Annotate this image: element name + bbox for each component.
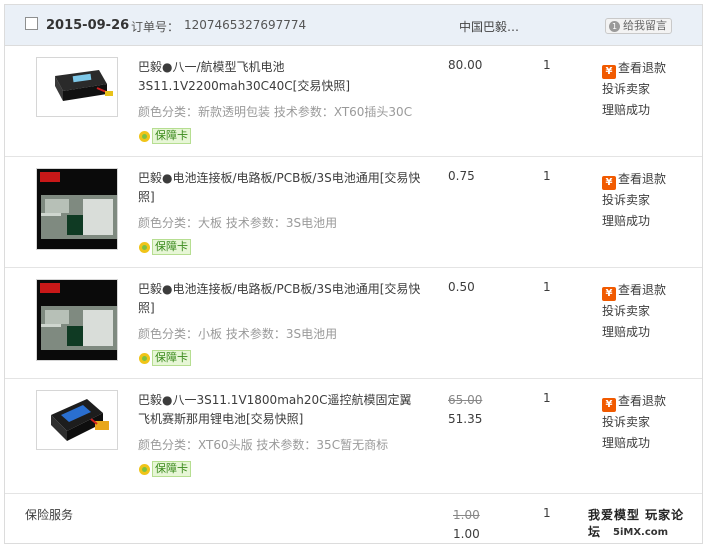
claim-success-link[interactable]: 理赔成功 xyxy=(602,211,666,232)
insurance-price-value: 1.00 xyxy=(453,527,480,541)
item-actions: ¥ 查看退款 投诉卖家 理赔成功 xyxy=(602,169,666,232)
yen-icon: ¥ xyxy=(602,65,616,79)
claim-success-link[interactable]: 理赔成功 xyxy=(602,433,666,454)
guarantee-card-icon xyxy=(138,130,151,143)
guarantee-card-badge[interactable]: 保障卡 xyxy=(138,239,191,255)
item-quantity: 1 xyxy=(543,280,551,294)
shop-name-link[interactable]: 中国巴毅… xyxy=(459,18,519,35)
item-actions: ¥ 查看退款 投诉卖家 理赔成功 xyxy=(602,391,666,454)
item-title-link[interactable]: 巴毅●八一3S11.1V1800mah20C遥控航模固定翼飞机赛斯那用锂电池[交… xyxy=(138,391,423,429)
watermark-domain: 5iMX.com xyxy=(613,527,669,538)
item-attributes: 颜色分类：大板 技术参数：3S电池用 xyxy=(138,216,338,230)
view-refund-link[interactable]: ¥ 查看退款 xyxy=(602,58,666,79)
item-actions: ¥ 查看退款 投诉卖家 理赔成功 xyxy=(602,58,666,121)
item-price-value: 0.75 xyxy=(448,169,475,183)
item-original-price: 65.00 xyxy=(448,393,483,407)
guarantee-card-badge[interactable]: 保障卡 xyxy=(138,461,191,477)
item-price: 0.50 xyxy=(448,280,498,294)
item-price-value: 51.35 xyxy=(448,412,483,426)
guarantee-card-label: 保障卡 xyxy=(152,350,191,366)
pcb-board-photo-icon[interactable] xyxy=(36,168,118,250)
item-quantity: 1 xyxy=(543,169,551,183)
claim-success-link[interactable]: 理赔成功 xyxy=(602,322,666,343)
view-refund-label: 查看退款 xyxy=(618,172,667,186)
view-refund-label: 查看退款 xyxy=(618,394,667,408)
complain-seller-link[interactable]: 投诉卖家 xyxy=(602,190,666,211)
guarantee-card-badge[interactable]: 保障卡 xyxy=(138,350,191,366)
view-refund-link[interactable]: ¥ 查看退款 xyxy=(602,391,666,412)
item-quantity: 1 xyxy=(543,58,551,72)
yen-icon: ¥ xyxy=(602,398,616,412)
item-price: 80.00 xyxy=(448,58,498,72)
lipo-battery-photo-icon[interactable] xyxy=(36,390,118,450)
order-item-row: 巴毅●电池连接板/电路板/PCB板/3S电池通用[交易快照] 颜色分类：小板 技… xyxy=(5,268,702,379)
insurance-service-label: 保险服务 xyxy=(25,508,74,522)
guarantee-card-icon xyxy=(138,241,151,254)
insurance-service-price: 1.00 1.00 xyxy=(453,506,480,544)
item-quantity: 1 xyxy=(543,391,551,405)
complain-seller-link[interactable]: 投诉卖家 xyxy=(602,412,666,433)
insurance-original-price: 1.00 xyxy=(453,508,480,522)
item-title-link[interactable]: 巴毅●电池连接板/电路板/PCB板/3S电池通用[交易快照] xyxy=(138,169,423,207)
insurance-quantity: 1 xyxy=(543,506,551,520)
guarantee-card-label: 保障卡 xyxy=(152,239,191,255)
yen-icon: ¥ xyxy=(602,287,616,301)
view-refund-link[interactable]: ¥ 查看退款 xyxy=(602,280,666,301)
complain-seller-link[interactable]: 投诉卖家 xyxy=(602,301,666,322)
item-actions: ¥ 查看退款 投诉卖家 理赔成功 xyxy=(602,280,666,343)
message-count-icon: 1 xyxy=(609,20,620,32)
order-item-row: 巴毅●电池连接板/电路板/PCB板/3S电池通用[交易快照] 颜色分类：大板 技… xyxy=(5,157,702,268)
item-title-link[interactable]: 巴毅●电池连接板/电路板/PCB板/3S电池通用[交易快照] xyxy=(138,280,423,318)
order-number-label: 订单号： xyxy=(131,20,180,34)
view-refund-label: 查看退款 xyxy=(618,283,667,297)
claim-success-link[interactable]: 理赔成功 xyxy=(602,100,666,121)
item-price-value: 80.00 xyxy=(448,58,483,72)
item-price-value: 0.50 xyxy=(448,280,475,294)
site-watermark: 我爱模型 玩家论坛 5iMX.com xyxy=(585,505,697,541)
order-item-row: 巴毅●八一3S11.1V1800mah20C遥控航模固定翼飞机赛斯那用锂电池[交… xyxy=(5,379,702,494)
order-checkbox[interactable] xyxy=(25,17,38,30)
guarantee-card-label: 保障卡 xyxy=(152,128,191,144)
item-attributes: 颜色分类：小板 技术参数：3S电池用 xyxy=(138,327,338,341)
leave-message-button[interactable]: 1 给我留言 xyxy=(605,18,672,34)
view-refund-link[interactable]: ¥ 查看退款 xyxy=(602,169,666,190)
leave-message-label: 给我留言 xyxy=(623,19,667,32)
order-number: 1207465327697774 xyxy=(184,18,307,32)
yen-icon: ¥ xyxy=(602,176,616,190)
pcb-board-photo-icon[interactable] xyxy=(36,279,118,361)
order-date: 2015-09-26 xyxy=(46,18,130,33)
item-attributes: 颜色分类：XT60头版 技术参数：35C暂无商标 xyxy=(138,438,389,452)
item-attributes: 颜色分类：新款透明包装 技术参数：XT60插头30C xyxy=(138,105,413,119)
lipo-battery-photo-icon[interactable] xyxy=(36,57,118,117)
order-header: 2015-09-26 订单号： 1207465327697774 中国巴毅… 1… xyxy=(5,5,702,46)
item-price: 0.75 xyxy=(448,169,498,183)
item-title-link[interactable]: 巴毅●八一/航模型飞机电池3S11.1V2200mah30C40C[交易快照] xyxy=(138,58,423,96)
order-item-row: 巴毅●八一/航模型飞机电池3S11.1V2200mah30C40C[交易快照] … xyxy=(5,46,702,157)
view-refund-label: 查看退款 xyxy=(618,61,667,75)
guarantee-card-label: 保障卡 xyxy=(152,461,191,477)
item-price: 65.00 51.35 xyxy=(448,391,498,429)
guarantee-card-icon xyxy=(138,463,151,476)
complain-seller-link[interactable]: 投诉卖家 xyxy=(602,79,666,100)
guarantee-card-badge[interactable]: 保障卡 xyxy=(138,128,191,144)
guarantee-card-icon xyxy=(138,352,151,365)
order-card: 2015-09-26 订单号： 1207465327697774 中国巴毅… 1… xyxy=(4,4,703,544)
